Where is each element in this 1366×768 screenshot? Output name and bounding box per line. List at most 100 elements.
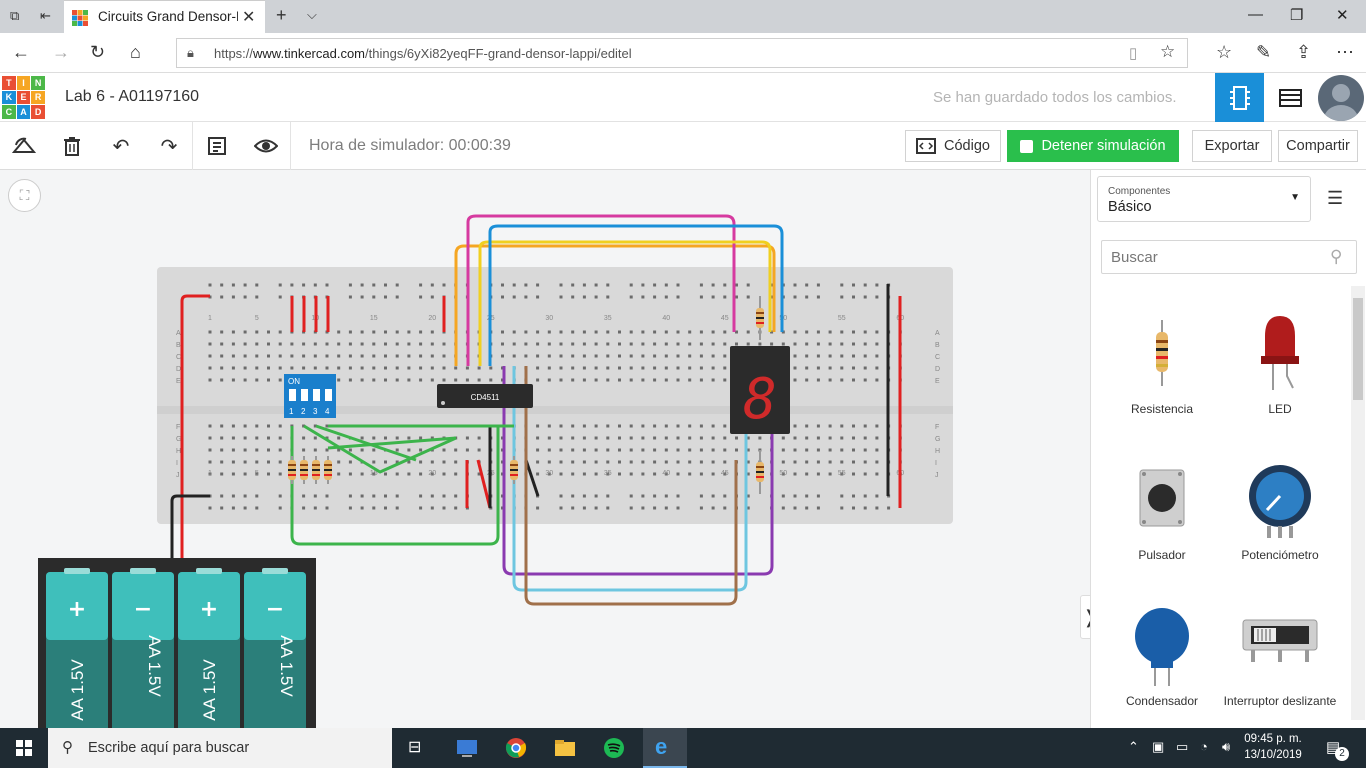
taskbar-search[interactable]: ⚲ Escribe aquí para buscar	[48, 728, 392, 768]
browser-tab[interactable]: Circuits Grand Densor-L ✕	[64, 0, 265, 33]
redo-icon[interactable]: ↷	[155, 132, 183, 160]
close-tab-icon[interactable]: ✕	[242, 7, 255, 27]
breadboard-hole	[442, 283, 446, 287]
battery-label: AA 1.5V	[277, 635, 296, 697]
favorite-star-icon[interactable]: ☆	[1160, 42, 1175, 62]
component-capacitor[interactable]: Condensador	[1103, 604, 1221, 708]
battery-pack[interactable]: + AA 1.5V − AA 1.5V + AA 1.5V − AA 1.5V	[38, 558, 316, 728]
list-view-icon[interactable]: ☰	[1327, 188, 1343, 209]
breadboard-hole	[688, 460, 692, 464]
component-search-input[interactable]	[1101, 240, 1357, 274]
user-avatar[interactable]	[1318, 75, 1364, 121]
notes-icon[interactable]	[203, 132, 231, 160]
breadboard-hole	[220, 472, 224, 476]
component-list-view-button[interactable]	[1266, 73, 1315, 122]
tab-back-icon[interactable]: ⇤	[40, 8, 51, 24]
breadboard-hole	[852, 366, 855, 370]
breadboard-hole	[723, 494, 727, 498]
address-bar[interactable]: 🔒︎ https://www.tinkercad.com/things/6yXi…	[176, 38, 1188, 68]
export-button[interactable]: Exportar	[1192, 130, 1272, 162]
breadboard-hole	[220, 330, 224, 334]
breadboard-hole	[419, 494, 423, 498]
battery-icon[interactable]: ▭	[1176, 739, 1188, 755]
search-icon[interactable]: ⚲	[1330, 247, 1342, 267]
share-icon[interactable]: ⇪	[1296, 42, 1311, 62]
forward-icon[interactable]: →	[52, 42, 70, 62]
breadboard-hole	[793, 436, 797, 440]
component-potentiometer[interactable]: Potenciómetro	[1221, 460, 1339, 562]
component-resistor[interactable]: Resistencia	[1103, 310, 1221, 416]
maximize-icon[interactable]: ❐	[1290, 6, 1303, 24]
reading-view-icon[interactable]: ▯	[1129, 44, 1137, 62]
code-button[interactable]: Código	[905, 130, 1001, 162]
cd4511-chip[interactable]: CD4511	[437, 384, 533, 408]
tab-list-icon[interactable]: ⧉	[10, 8, 19, 24]
stop-icon	[1020, 139, 1034, 153]
rotate-icon[interactable]	[10, 132, 38, 160]
start-button[interactable]	[0, 728, 48, 768]
collapse-panel-chevron-icon[interactable]: ❭	[1080, 595, 1090, 639]
components-dropdown[interactable]: Componentes Básico ▼	[1097, 176, 1311, 222]
breadboard-hole	[711, 494, 715, 498]
breadboard-hole	[582, 494, 586, 498]
stop-simulation-button[interactable]: Detener simulación	[1007, 130, 1179, 162]
component-led[interactable]: LED	[1221, 310, 1339, 416]
breadboard-hole	[641, 295, 645, 299]
visibility-icon[interactable]	[252, 132, 280, 160]
pen-icon[interactable]: ✎	[1256, 42, 1271, 62]
circuit-view-button[interactable]	[1215, 73, 1264, 122]
wifi-icon[interactable]: ◔	[1200, 739, 1208, 754]
seven-segment-display[interactable]: 8	[730, 346, 790, 434]
share-button[interactable]: Compartir	[1278, 130, 1358, 162]
breadboard-hole	[840, 366, 844, 370]
breadboard-hole	[664, 378, 668, 382]
column-label: 55	[838, 470, 846, 477]
toolbar-divider	[290, 122, 291, 170]
tinkercad-logo[interactable]: TIN KER CAD	[2, 76, 45, 119]
refresh-icon[interactable]: ↻	[90, 42, 105, 62]
more-icon[interactable]: ⋯	[1336, 42, 1354, 62]
task-view-icon[interactable]: ⊟	[408, 737, 421, 757]
tab-menu-chevron-icon[interactable]: ⌵	[307, 7, 317, 23]
volume-icon[interactable]: 🔊︎	[1222, 739, 1230, 755]
minimize-icon[interactable]: —	[1248, 6, 1263, 23]
breadboard-hole	[419, 378, 423, 382]
home-icon[interactable]: ⌂	[130, 42, 141, 62]
breadboard-hole	[816, 366, 820, 370]
settings-app-icon[interactable]	[456, 737, 478, 759]
tab-title: Circuits Grand Densor-L	[98, 9, 238, 24]
component-slide-switch[interactable]: Interruptor deslizante	[1221, 604, 1339, 708]
tray-chevron-icon[interactable]: ⌃	[1128, 739, 1139, 755]
new-tab-icon[interactable]: +	[276, 5, 287, 26]
tray-app-icon[interactable]: ▣	[1152, 739, 1164, 755]
breadboard-hole	[875, 378, 879, 382]
breadboard-hole	[302, 283, 306, 287]
breadboard[interactable]	[157, 267, 953, 524]
breadboard-hole	[711, 436, 715, 440]
scrollbar-thumb[interactable]	[1353, 298, 1363, 400]
delete-icon[interactable]	[58, 132, 86, 160]
breadboard-hole	[231, 295, 235, 299]
breadboard-hole	[793, 342, 797, 346]
dip-switch[interactable]: ON 1 2 3 4	[284, 374, 336, 418]
panel-scrollbar[interactable]	[1351, 286, 1365, 720]
close-window-icon[interactable]: ✕	[1336, 6, 1349, 24]
spotify-icon[interactable]	[603, 737, 625, 759]
project-title[interactable]: Lab 6 - A01197160	[65, 88, 199, 106]
favorites-hub-icon[interactable]: ☆	[1216, 42, 1232, 62]
component-pushbutton[interactable]: Pulsador	[1103, 460, 1221, 562]
logo-cell: N	[31, 76, 45, 90]
breadboard-hole	[816, 460, 820, 464]
edge-taskbar-button[interactable]: e	[643, 728, 687, 768]
breadboard-hole	[208, 506, 212, 510]
taskbar-clock[interactable]: 09:45 p. m. 13/10/2019	[1242, 731, 1304, 763]
breadboard-hole	[582, 330, 586, 334]
undo-icon[interactable]: ↶	[107, 132, 135, 160]
back-icon[interactable]: ←	[12, 42, 30, 62]
breadboard-hole	[582, 378, 586, 382]
chrome-icon[interactable]	[505, 737, 527, 759]
logo-cell: C	[2, 105, 16, 119]
breadboard-hole	[594, 448, 598, 452]
circuit-canvas[interactable]: ⛶ AABBCCDDEEFFGGHHIIJJ 11551010151520202…	[0, 170, 1090, 728]
file-explorer-icon[interactable]	[554, 737, 576, 759]
